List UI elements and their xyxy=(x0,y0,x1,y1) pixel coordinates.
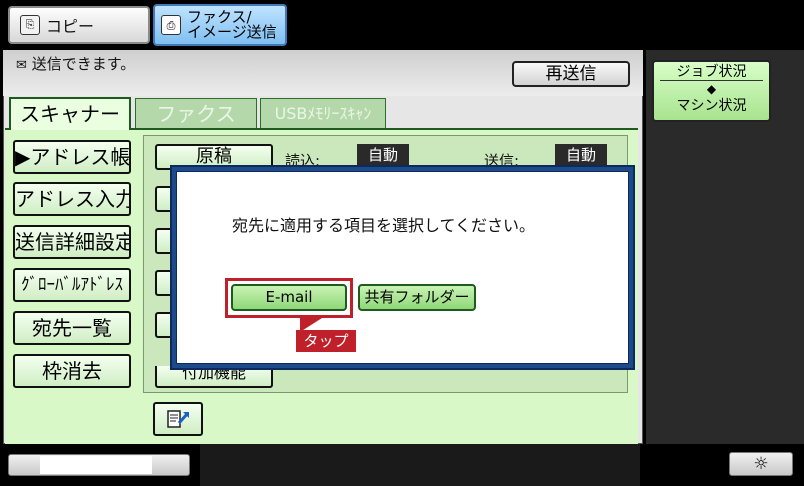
read-value: 自動 xyxy=(357,144,409,166)
global-address-button[interactable]: ｸﾞﾛｰﾊﾞﾙｱﾄﾞﾚｽ xyxy=(13,268,131,302)
tap-callout: タップ xyxy=(296,330,356,352)
mail-icon: ✉ xyxy=(16,58,27,73)
job-status-label: ジョブ状況 xyxy=(660,64,763,81)
tab-usb-memory-scan[interactable]: USBﾒﾓﾘｰｽｷｬﾝ xyxy=(260,98,386,128)
address-entry-button[interactable]: アドレス入力 xyxy=(13,182,131,216)
machine-status-label: マシン状況 xyxy=(676,98,747,114)
brightness-button[interactable]: ☼ xyxy=(729,452,793,476)
tab-scanner[interactable]: スキャナー xyxy=(9,97,131,130)
copy-mode-button[interactable]: ⎘ コピー xyxy=(8,6,150,44)
job-status-button[interactable]: ジョブ状況 ◆ マシン状況 xyxy=(652,60,771,122)
preview-button[interactable] xyxy=(153,402,203,436)
fax-image-icon: ⎙ xyxy=(161,15,181,35)
preview-icon xyxy=(167,410,190,428)
resend-button[interactable]: 再送信 xyxy=(512,61,630,87)
status-message: ✉ 送信できます。 xyxy=(16,53,135,74)
destination-type-dialog xyxy=(176,171,629,364)
shared-folder-button[interactable]: 共有フォルダー xyxy=(358,284,476,311)
send-detail-settings-button[interactable]: 送信詳細設定 xyxy=(13,225,131,259)
fax-image-mode-label: ファクス/ イメージ送信 xyxy=(187,10,277,40)
copy-mode-label: コピー xyxy=(46,17,95,36)
bottom-bar-middle xyxy=(200,444,640,486)
destination-list-button[interactable]: 宛先一覧 xyxy=(13,311,131,345)
dialog-message: 宛先に適用する項目を選択してください。 xyxy=(232,216,536,235)
email-button[interactable]: E-mail xyxy=(231,284,347,311)
address-book-button[interactable]: ▶アドレス帳 xyxy=(13,140,131,174)
fax-image-send-mode-button[interactable]: ⎙ ファクス/ イメージ送信 xyxy=(153,4,287,46)
copy-icon: ⎘ xyxy=(20,15,40,35)
brightness-icon: ☼ xyxy=(753,454,769,474)
send-value: 自動 xyxy=(555,144,607,166)
erase-frame-button[interactable]: 枠消去 xyxy=(13,354,131,388)
tab-fax[interactable]: ファクス xyxy=(135,98,257,128)
status-message-text: 送信できます。 xyxy=(31,55,136,73)
fax-image-label-line2: イメージ送信 xyxy=(187,23,277,41)
toggle-arrow-icon: ◆ xyxy=(706,82,717,96)
memory-indicator-fill xyxy=(40,456,152,474)
